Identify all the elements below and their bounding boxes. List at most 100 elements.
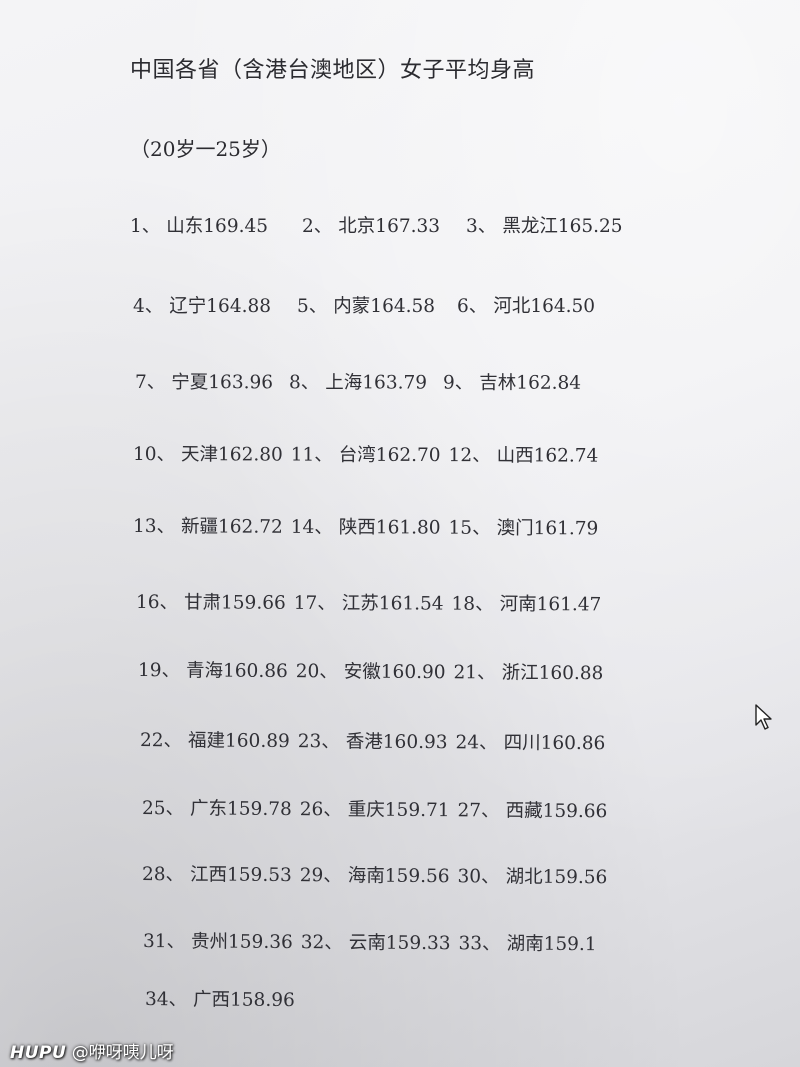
province-height: 湖南159.1 [506, 933, 597, 956]
province-height: 台湾162.70 [338, 444, 441, 467]
ranking-entry: 21、 浙江160.88 [453, 658, 603, 685]
page-title: 中国各省（含港台澳地区）女子平均身高 [130, 58, 536, 83]
ranking-entry: 8、 上海163.79 [289, 368, 427, 394]
ranking-entry: 9、 吉林162.84 [443, 369, 581, 395]
province-height: 广西158.96 [192, 989, 295, 1012]
rank-number: 12、 [448, 445, 491, 467]
province-height: 安徽160.90 [343, 661, 446, 684]
rank-number: 19、 [137, 660, 181, 682]
ranking-entry: 19、 青海160.86 [138, 656, 288, 683]
rank-number: 14、 [290, 516, 333, 539]
province-height: 山西162.74 [496, 445, 599, 467]
watermark-user: @咿呀咦儿呀 [71, 1043, 174, 1063]
ranking-row: 10、 天津162.80 11、 台湾162.70 12、 山西162.74 [133, 440, 598, 472]
province-height: 天津162.80 [181, 444, 283, 466]
ranking-row: 31、 贵州159.36 32、 云南159.33 33、 湖南159.1 [143, 927, 597, 960]
province-height: 吉林162.84 [479, 372, 582, 394]
rank-number: 34、 [144, 989, 188, 1011]
ranking-entry: 14、 陕西161.80 [291, 513, 441, 540]
rank-number: 3、 [466, 216, 497, 237]
ranking-entry: 17、 江苏161.54 [294, 589, 444, 616]
page-subtitle: （20岁一25岁） [130, 137, 281, 161]
ranking-entry: 29、 海南159.56 [300, 861, 450, 888]
ranking-entry: 26、 重庆159.71 [300, 795, 450, 822]
rank-number: 20、 [295, 661, 338, 683]
province-height: 四川160.86 [503, 732, 606, 755]
rank-number: 32、 [300, 932, 343, 954]
rank-number: 9、 [443, 372, 474, 394]
rank-number: 21、 [453, 662, 496, 684]
province-height: 贵州159.36 [190, 931, 293, 954]
ranking-entry: 16、 甘肃159.66 [136, 588, 286, 615]
ranking-row: 7、 宁夏163.96 8、 上海163.79 9、 吉林162.84 [135, 368, 581, 399]
ranking-row: 19、 青海160.86 20、 安徽160.90 21、 浙江160.88 [138, 656, 604, 689]
rank-number: 25、 [141, 798, 185, 820]
rank-number: 6、 [457, 296, 488, 317]
rank-number: 1、 [130, 216, 161, 237]
rank-number: 4、 [133, 296, 164, 317]
rank-number: 16、 [135, 592, 179, 614]
ranking-entry: 27、 西藏159.66 [457, 796, 607, 823]
ranking-entry: 11、 台湾162.70 [291, 441, 441, 468]
province-height: 黑龙江165.25 [502, 216, 623, 237]
watermark: HUPU @咿呀咦儿呀 [10, 1038, 174, 1063]
rank-number: 30、 [457, 866, 500, 888]
ranking-entry: 3、 黑龙江165.25 [466, 212, 623, 238]
ranking-row: 1、 山东169.45 2、 北京167.33 3、 黑龙江165.25 [130, 212, 623, 242]
rank-number: 22、 [139, 730, 183, 752]
ranking-entry: 10、 天津162.80 [133, 440, 283, 467]
ranking-entry: 28、 江西159.53 [142, 860, 292, 887]
ranking-entry: 31、 贵州159.36 [143, 927, 293, 954]
province-height: 重庆159.71 [347, 799, 450, 822]
province-height: 辽宁164.88 [169, 296, 272, 317]
province-height: 北京167.33 [338, 216, 441, 237]
ranking-entry: 12、 山西162.74 [449, 441, 599, 468]
ranking-row: 4、 辽宁164.88 5、 内蒙164.58 6、 河北164.50 [133, 292, 595, 322]
ranking-row: 13、 新疆162.72 14、 陕西161.80 15、 澳门161.79 [133, 512, 598, 544]
ranking-row: 34、 广西158.96 [145, 985, 295, 1016]
province-height: 内蒙164.58 [333, 296, 436, 317]
ranking-entry: 32、 云南159.33 [301, 928, 451, 955]
ranking-entry: 23、 香港160.93 [298, 727, 448, 754]
rank-number: 31、 [142, 931, 186, 953]
province-height: 河北164.50 [493, 296, 596, 317]
province-height: 广东159.78 [189, 798, 292, 821]
rank-number: 5、 [297, 296, 328, 317]
rank-number: 15、 [448, 517, 491, 539]
province-height: 陕西161.80 [338, 517, 441, 539]
ranking-entry: 6、 河北164.50 [457, 292, 595, 318]
province-height: 浙江160.88 [501, 662, 604, 685]
rank-number: 23、 [297, 731, 340, 753]
province-height: 云南159.33 [348, 932, 451, 955]
ranking-entry: 5、 内蒙164.58 [297, 292, 435, 318]
ranking-entry: 33、 湖南159.1 [458, 929, 596, 956]
rank-number: 7、 [134, 372, 166, 394]
rank-number: 27、 [457, 800, 500, 822]
rank-number: 17、 [293, 592, 336, 615]
ranking-entry: 7、 宁夏163.96 [135, 368, 273, 394]
province-height: 上海163.79 [325, 372, 428, 394]
ranking-entry: 34、 广西158.96 [145, 985, 295, 1012]
province-height: 澳门161.79 [496, 517, 599, 540]
ranking-row: 16、 甘肃159.66 17、 江苏161.54 18、 河南161.47 [136, 588, 601, 620]
rank-number: 26、 [299, 799, 342, 821]
province-height: 宁夏163.96 [171, 372, 274, 394]
province-height: 新疆162.72 [180, 516, 283, 538]
province-height: 甘肃159.66 [183, 592, 286, 614]
ranking-entry: 4、 辽宁164.88 [133, 292, 271, 318]
ranking-entry: 15、 澳门161.79 [449, 514, 599, 541]
province-height: 青海160.86 [185, 660, 288, 683]
ranking-entry: 30、 湖北159.56 [457, 862, 607, 889]
ranking-entry: 2、 北京167.33 [302, 212, 440, 238]
rank-number: 24、 [455, 732, 498, 754]
ranking-entry: 13、 新疆162.72 [133, 512, 283, 539]
ranking-row: 28、 江西159.53 29、 海南159.56 30、 湖北159.56 [142, 860, 608, 893]
ranking-row: 25、 广东159.78 26、 重庆159.71 27、 西藏159.66 [142, 794, 608, 827]
province-height: 湖北159.56 [505, 866, 608, 889]
province-height: 山东169.45 [166, 216, 269, 237]
ranking-entry: 22、 福建160.89 [140, 726, 290, 753]
rank-number: 18、 [451, 593, 494, 615]
rank-number: 8、 [288, 372, 320, 394]
ranking-entry: 24、 四川160.86 [455, 728, 605, 755]
watermark-brand: HUPU [10, 1043, 67, 1063]
